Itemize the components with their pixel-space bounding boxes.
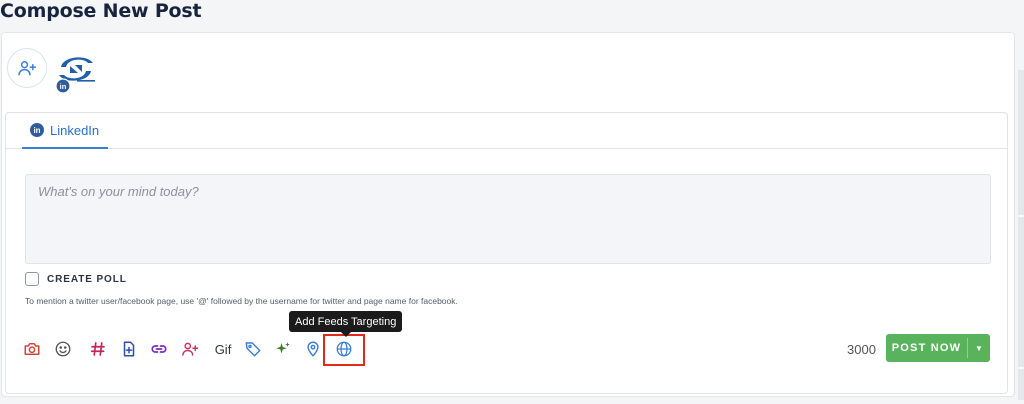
tab-label: LinkedIn bbox=[50, 122, 100, 138]
gif-icon[interactable]: Gif bbox=[211, 339, 235, 359]
document-add-icon[interactable] bbox=[119, 339, 139, 359]
tooltip-arrow bbox=[341, 332, 351, 337]
account-avatar[interactable]: in bbox=[53, 51, 99, 95]
network-panel: in LinkedIn CREATE POLL To mention a twi… bbox=[5, 112, 1008, 394]
location-pin-icon[interactable] bbox=[303, 339, 323, 359]
add-account-button[interactable] bbox=[7, 48, 47, 88]
emoji-icon[interactable] bbox=[53, 339, 73, 359]
post-now-button[interactable]: POST NOW ▼ bbox=[886, 334, 990, 362]
create-poll-toggle[interactable]: CREATE POLL bbox=[25, 272, 127, 286]
compose-card: in in LinkedIn CREATE POLL To mention a … bbox=[1, 32, 1015, 397]
hashtag-icon[interactable] bbox=[88, 339, 108, 359]
poll-label: CREATE POLL bbox=[47, 273, 127, 285]
tag-user-icon[interactable] bbox=[180, 339, 200, 359]
tab-linkedin[interactable]: in LinkedIn bbox=[22, 113, 108, 149]
sparkle-icon[interactable] bbox=[273, 339, 293, 359]
character-count: 3000 bbox=[847, 342, 876, 357]
tooltip: Add Feeds Targeting bbox=[289, 311, 403, 332]
brand-logo-icon: in bbox=[55, 57, 95, 94]
tag-icon[interactable] bbox=[243, 339, 263, 359]
gif-label: Gif bbox=[214, 341, 232, 357]
add-user-icon bbox=[18, 61, 37, 76]
scrollbar-track[interactable] bbox=[1018, 70, 1024, 400]
post-now-label[interactable]: POST NOW bbox=[886, 334, 967, 362]
mention-hint: To mention a twitter user/facebook page,… bbox=[25, 296, 458, 306]
svg-text:in: in bbox=[60, 82, 67, 91]
poll-checkbox[interactable] bbox=[25, 272, 39, 286]
page-title: Compose New Post bbox=[0, 0, 202, 22]
globe-highlight-box bbox=[323, 334, 365, 366]
link-icon[interactable] bbox=[149, 339, 169, 359]
linkedin-icon: in bbox=[30, 123, 44, 137]
chevron-down-icon[interactable]: ▼ bbox=[968, 334, 990, 362]
camera-icon[interactable] bbox=[22, 339, 42, 359]
network-tabs: in LinkedIn bbox=[6, 113, 1007, 149]
post-text-input[interactable] bbox=[25, 174, 991, 264]
